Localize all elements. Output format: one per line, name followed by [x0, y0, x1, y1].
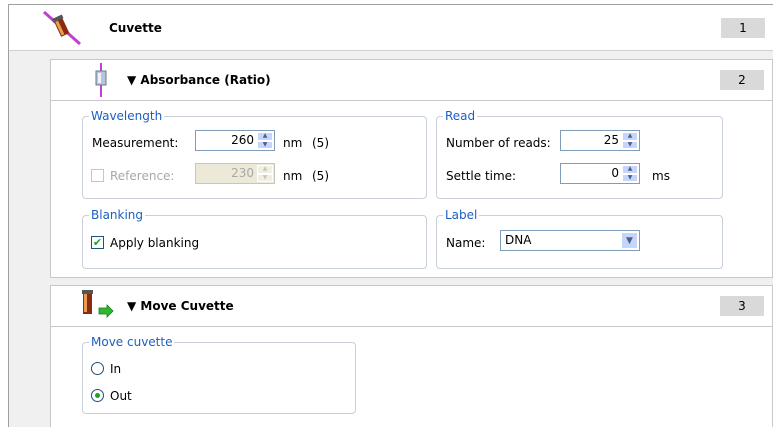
move-cuvette-group: Move cuvette [82, 335, 356, 414]
spin-up-icon[interactable]: ▲ [257, 132, 273, 141]
move-out-label: Out [110, 389, 132, 403]
chevron-down-icon[interactable]: ▼ [621, 232, 638, 249]
step-cuvette-title: Cuvette [109, 21, 162, 35]
move-out-radio[interactable] [91, 389, 104, 402]
move-cuvette-legend: Move cuvette [89, 335, 175, 349]
reads-value: 25 [603, 133, 619, 147]
settle-label: Settle time: [446, 169, 517, 183]
step-move-cuvette-header[interactable]: ▼ Move Cuvette 3 [50, 285, 773, 327]
measurement-unit: nm [283, 136, 303, 150]
move-cuvette-icon [82, 290, 114, 318]
measurement-spinner[interactable]: 260 ▲ ▼ [195, 130, 275, 151]
step-absorbance-number: 2 [720, 70, 764, 90]
settle-spinner[interactable]: 0 ▲ ▼ [560, 163, 640, 184]
move-in-radio[interactable] [91, 362, 104, 375]
reads-label: Number of reads: [446, 136, 551, 150]
label-legend: Label [443, 208, 480, 222]
reference-value: 230 [231, 166, 254, 180]
spin-down-icon[interactable]: ▼ [257, 173, 273, 182]
wavelength-legend: Wavelength [89, 109, 165, 123]
measurement-label: Measurement: [92, 136, 179, 150]
step-move-cuvette-number: 3 [720, 296, 764, 316]
step-absorbance-title: ▼ Absorbance (Ratio) [127, 73, 271, 87]
name-select-value: DNA [505, 233, 532, 247]
absorbance-icon [95, 63, 107, 97]
measurement-bandwidth: (5) [312, 136, 329, 150]
spin-up-icon[interactable]: ▲ [622, 132, 638, 141]
name-label: Name: [446, 236, 486, 250]
apply-blanking-label: Apply blanking [110, 236, 200, 250]
read-legend: Read [443, 109, 478, 123]
spin-down-icon[interactable]: ▼ [257, 140, 273, 149]
settle-unit: ms [652, 169, 670, 183]
settle-value: 0 [611, 166, 619, 180]
reference-checkbox[interactable] [91, 169, 104, 182]
reference-unit: nm [283, 169, 303, 183]
wavelength-group: Wavelength [82, 109, 427, 199]
step-cuvette-number: 1 [721, 17, 765, 38]
spin-up-icon[interactable]: ▲ [257, 165, 273, 174]
spin-down-icon[interactable]: ▼ [622, 140, 638, 149]
step-move-cuvette-title: ▼ Move Cuvette [127, 299, 234, 313]
step-absorbance-header[interactable]: ▼ Absorbance (Ratio) 2 [50, 59, 773, 101]
move-in-label: In [110, 362, 122, 376]
step-cuvette-header[interactable]: Cuvette 1 [9, 5, 773, 51]
reference-bandwidth: (5) [312, 169, 329, 183]
cuvette-icon [43, 10, 81, 46]
blanking-legend: Blanking [89, 208, 146, 222]
read-group: Read [436, 109, 723, 199]
spin-down-icon[interactable]: ▼ [622, 173, 638, 182]
reference-label: Reference: [110, 169, 175, 183]
apply-blanking-checkbox[interactable]: ✔ [91, 236, 104, 249]
spin-up-icon[interactable]: ▲ [622, 165, 638, 174]
reference-spinner[interactable]: 230 ▲ ▼ [195, 163, 275, 184]
measurement-value: 260 [231, 133, 254, 147]
name-select[interactable]: DNA ▼ [500, 230, 640, 251]
reads-spinner[interactable]: 25 ▲ ▼ [560, 130, 640, 151]
